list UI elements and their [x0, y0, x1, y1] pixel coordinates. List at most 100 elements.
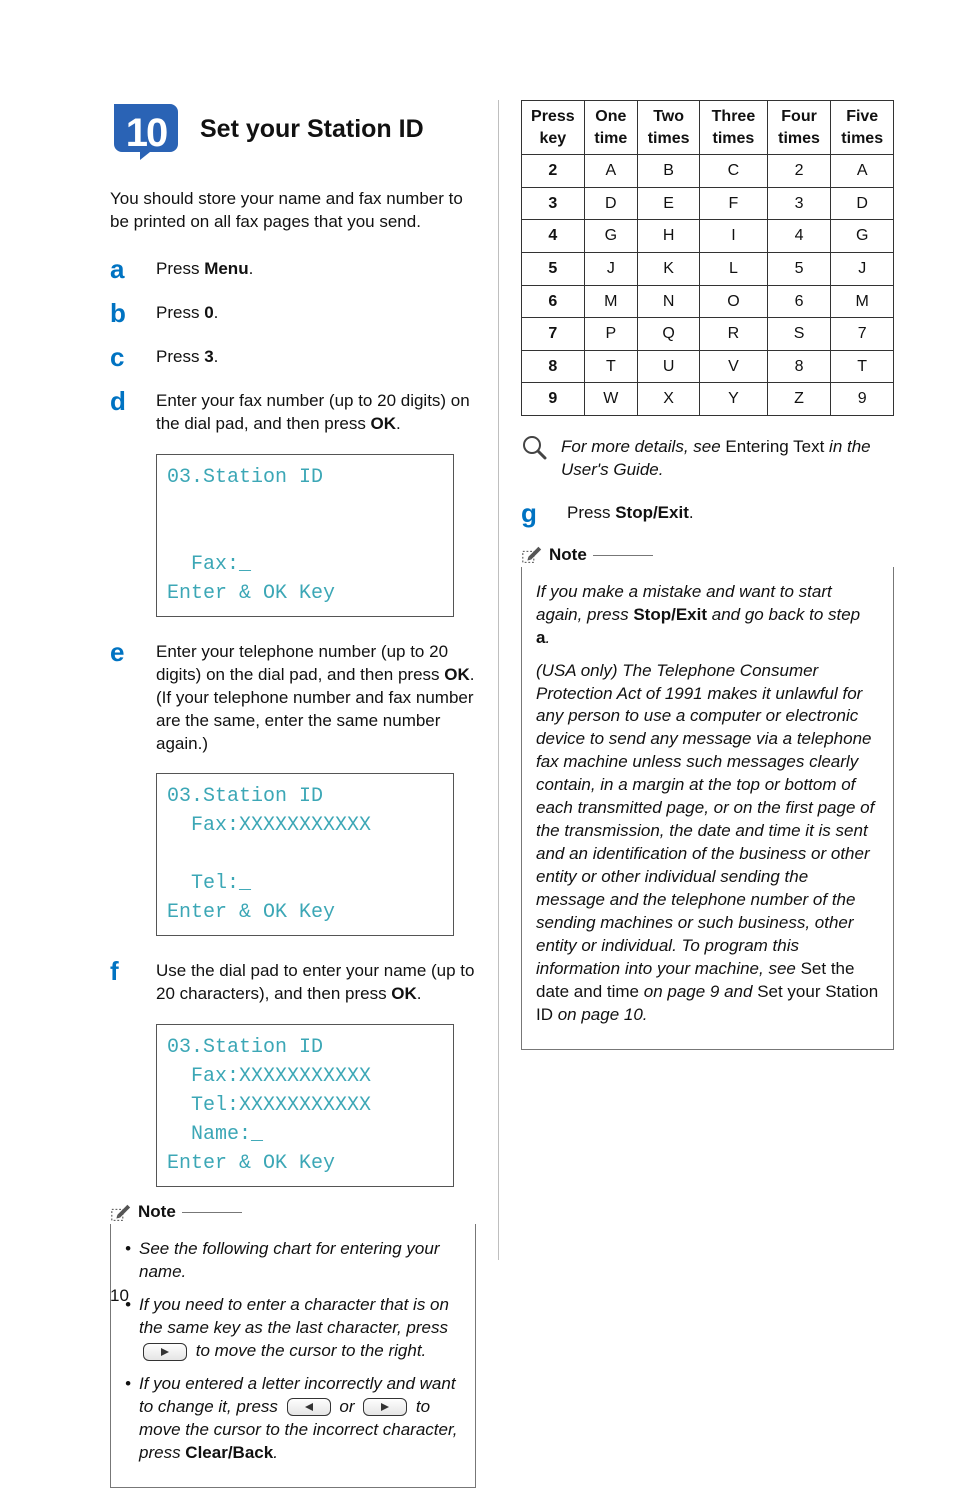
- note-bullet-2: If you need to enter a character that is…: [125, 1294, 461, 1363]
- character-entry-table: Press key One time Two times Three times…: [521, 100, 894, 416]
- step-letter: b: [110, 300, 136, 326]
- table-cell: 7: [522, 318, 585, 351]
- table-row: 4GHI4G: [522, 220, 894, 253]
- step-g-text: Press Stop/Exit.: [567, 500, 894, 526]
- right-arrow-key-icon: [363, 1398, 407, 1416]
- th: Press key: [522, 101, 585, 155]
- table-cell: 8: [522, 350, 585, 383]
- step-c-bold: 3: [204, 347, 213, 366]
- intro-paragraph: You should store your name and fax numbe…: [110, 188, 476, 234]
- nr1c: .: [545, 628, 550, 647]
- table-cell: Z: [767, 383, 831, 416]
- note3-bold: Clear/Back: [185, 1443, 273, 1462]
- nr2a: (USA only) The Telephone Consumer Protec…: [536, 661, 874, 978]
- table-cell: 9: [522, 383, 585, 416]
- step-e: e Enter your telephone number (up to 20 …: [110, 639, 476, 756]
- table-row: 3DEF3D: [522, 187, 894, 220]
- table-row: 6MNO6M: [522, 285, 894, 318]
- note-label: Note: [549, 544, 587, 567]
- note-label: Note: [138, 1201, 176, 1224]
- info-roman: Entering Text: [725, 437, 824, 456]
- nr1b: and go back to step: [707, 605, 860, 624]
- table-cell: T: [831, 350, 894, 383]
- note2-b: to move the cursor to the right.: [191, 1341, 426, 1360]
- info-row: For more details, see Entering Text in t…: [521, 434, 894, 482]
- step-letter: d: [110, 388, 136, 436]
- step-b-text: Press 0.: [156, 300, 476, 326]
- table-cell: 3: [767, 187, 831, 220]
- note-box-left: Note See the following chart for enterin…: [110, 1201, 476, 1487]
- table-cell: E: [638, 187, 700, 220]
- step-f-pre: Use the dial pad to enter your name (up …: [156, 961, 474, 1003]
- step-g-pre: Press: [567, 503, 615, 522]
- right-column: Press key One time Two times Three times…: [498, 100, 894, 1260]
- step-d-pre: Enter your fax number (up to 20 digits) …: [156, 391, 470, 433]
- table-cell: 9: [831, 383, 894, 416]
- table-cell: D: [831, 187, 894, 220]
- table-cell: R: [700, 318, 768, 351]
- table-cell: Q: [638, 318, 700, 351]
- page-number: 10: [110, 1285, 129, 1308]
- note3-or: or: [335, 1397, 360, 1416]
- two-column-layout: 10 Set your Station ID You should store …: [110, 100, 894, 1260]
- table-cell: Y: [700, 383, 768, 416]
- info-post: .: [659, 460, 664, 479]
- table-cell: G: [831, 220, 894, 253]
- info-text: For more details, see Entering Text in t…: [561, 434, 894, 482]
- page: 10 Set your Station ID You should store …: [0, 0, 954, 1350]
- th: Three times: [700, 101, 768, 155]
- table-cell: L: [700, 252, 768, 285]
- step-d-text: Enter your fax number (up to 20 digits) …: [156, 388, 476, 436]
- lcd-display-d: 03.Station ID Fax:_ Enter & OK Key: [156, 454, 454, 617]
- step-e-text: Enter your telephone number (up to 20 di…: [156, 639, 476, 756]
- table-cell: M: [584, 285, 637, 318]
- step-a: a Press Menu.: [110, 256, 476, 282]
- table-cell: X: [638, 383, 700, 416]
- step-c: c Press 3.: [110, 344, 476, 370]
- left-column: 10 Set your Station ID You should store …: [110, 100, 498, 1260]
- table-cell: 6: [767, 285, 831, 318]
- table-cell: O: [700, 285, 768, 318]
- step-e-pre: Enter your telephone number (up to 20 di…: [156, 642, 448, 684]
- step-g-post: .: [689, 503, 694, 522]
- table-cell: B: [638, 155, 700, 188]
- table-cell: 5: [522, 252, 585, 285]
- table-cell: G: [584, 220, 637, 253]
- note-body: See the following chart for entering you…: [110, 1224, 476, 1487]
- pencil-icon: [110, 1203, 132, 1223]
- table-cell: A: [584, 155, 637, 188]
- table-row: 9WXYZ9: [522, 383, 894, 416]
- th: Two times: [638, 101, 700, 155]
- table-cell: P: [584, 318, 637, 351]
- table-cell: 7: [831, 318, 894, 351]
- step-letter: a: [110, 256, 136, 282]
- table-header-row: Press key One time Two times Three times…: [522, 101, 894, 155]
- lcd-display-f: 03.Station ID Fax:XXXXXXXXXXX Tel:XXXXXX…: [156, 1024, 454, 1187]
- table-cell: D: [584, 187, 637, 220]
- table-row: 2ABC2A: [522, 155, 894, 188]
- table-cell: A: [831, 155, 894, 188]
- step-g: g Press Stop/Exit.: [521, 500, 894, 526]
- right-arrow-key-icon: [143, 1343, 187, 1361]
- left-arrow-key-icon: [287, 1398, 331, 1416]
- table-cell: I: [700, 220, 768, 253]
- table-cell: H: [638, 220, 700, 253]
- table-cell: K: [638, 252, 700, 285]
- table-cell: 8: [767, 350, 831, 383]
- step-g-bold: Stop/Exit: [615, 503, 689, 522]
- table-cell: F: [700, 187, 768, 220]
- step-c-post: .: [214, 347, 219, 366]
- th: Four times: [767, 101, 831, 155]
- note-box-right: Note If you make a mistake and want to s…: [521, 544, 894, 1050]
- note3-c: .: [273, 1443, 278, 1462]
- step-f-bold: OK: [391, 984, 417, 1003]
- step-a-post: .: [249, 259, 254, 278]
- nr2c: on page 10.: [553, 1005, 648, 1024]
- table-cell: 2: [522, 155, 585, 188]
- step-d-bold: OK: [371, 414, 397, 433]
- lcd-display-e: 03.Station ID Fax:XXXXXXXXXXX Tel:_ Ente…: [156, 773, 454, 936]
- note-right-p1: If you make a mistake and want to start …: [536, 581, 879, 650]
- table-cell: T: [584, 350, 637, 383]
- step-letter: c: [110, 344, 136, 370]
- table-cell: J: [584, 252, 637, 285]
